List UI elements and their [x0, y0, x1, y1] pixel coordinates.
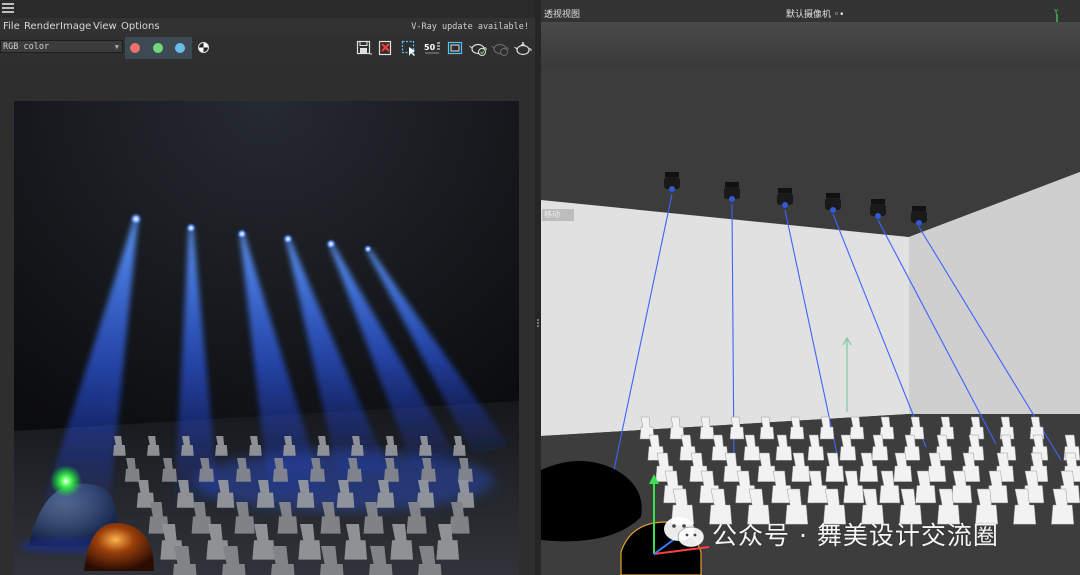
vray-frame-buffer: File Render Image View Options V-Ray upd…: [0, 0, 535, 575]
menu-file[interactable]: File: [3, 21, 20, 32]
green-channel-toggle[interactable]: [153, 43, 163, 53]
render-teapot-icon[interactable]: [469, 39, 487, 57]
axis-y-label: Y: [1053, 8, 1059, 16]
menu-image[interactable]: Image: [60, 21, 91, 32]
vray-update-notice[interactable]: V-Ray update available!: [411, 22, 529, 32]
viewport-name[interactable]: 透视视图: [544, 7, 580, 20]
move-tool-label[interactable]: 移动: [542, 209, 574, 221]
frame-buffer-toolbar: RGB color ▼ 50: [0, 37, 535, 59]
watermark-text: 公众号 · 舞美设计交流圈: [712, 521, 999, 550]
watermark: 公众号 · 舞美设计交流圈: [662, 512, 1062, 552]
region-render-icon[interactable]: [400, 39, 418, 57]
rendered-image: [14, 101, 519, 575]
menu-render[interactable]: Render: [24, 21, 60, 32]
viewport-header: 透视视图 默认摄像机 ◦• Y X Z: [541, 0, 1080, 37]
track-mouse-icon[interactable]: [446, 39, 464, 57]
menu-options[interactable]: Options: [121, 21, 160, 32]
camera-selector[interactable]: 默认摄像机 ◦•: [786, 7, 844, 20]
channel-select-value: RGB color: [3, 42, 50, 52]
menu-bar: File Render Image View Options V-Ray upd…: [0, 18, 535, 37]
wechat-logo-icon: [664, 517, 705, 548]
channel-select[interactable]: RGB color ▼: [0, 40, 123, 53]
save-icon[interactable]: [355, 39, 373, 57]
perspective-viewport-panel: 透视视图 默认摄像机 ◦• Y X Z: [541, 0, 1080, 575]
color-correction-icon[interactable]: [198, 42, 209, 53]
zoom-50-label: 50: [424, 43, 436, 52]
splitter-grip-icon[interactable]: [536, 318, 540, 332]
chevron-down-icon: ▼: [114, 43, 119, 51]
rgb-channel-group: [125, 37, 192, 59]
render-view-area: [0, 59, 535, 575]
stop-render-icon[interactable]: [491, 39, 509, 57]
viewport-canvas[interactable]: [541, 22, 1080, 575]
menu-view[interactable]: View: [93, 21, 117, 32]
zoom-50-icon[interactable]: 50: [423, 39, 441, 57]
blue-channel-toggle[interactable]: [175, 43, 185, 53]
render-icon[interactable]: [514, 39, 532, 57]
red-channel-toggle[interactable]: [130, 43, 140, 53]
clear-image-icon[interactable]: [377, 39, 395, 57]
hamburger-menu-icon[interactable]: [2, 3, 14, 13]
title-strip: [0, 0, 535, 18]
